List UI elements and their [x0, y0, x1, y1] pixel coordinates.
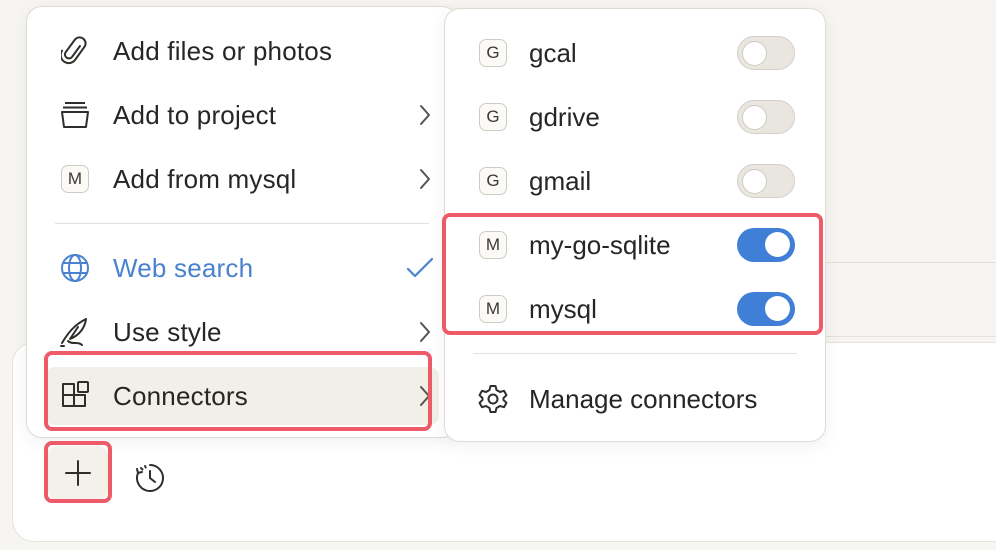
toggle-knob — [765, 296, 790, 321]
toggle-knob — [742, 169, 767, 194]
connector-toggle[interactable] — [737, 100, 795, 134]
toggle-knob — [742, 41, 767, 66]
quill-icon — [57, 314, 93, 350]
connector-label: my-go-sqlite — [529, 229, 671, 260]
g-badge-icon: G — [475, 167, 511, 195]
connector-row-my-go-sqlite[interactable]: M my-go-sqlite — [463, 216, 807, 274]
menu-divider — [473, 353, 797, 354]
menu-item-web-search[interactable]: Web search — [45, 239, 439, 297]
chevron-right-icon — [415, 318, 435, 346]
project-box-icon — [57, 97, 93, 133]
connector-row-gcal[interactable]: G gcal — [463, 24, 807, 82]
chevron-right-icon — [415, 382, 435, 410]
manage-connectors-label: Manage connectors — [529, 383, 758, 414]
connector-row-gmail[interactable]: G gmail — [463, 152, 807, 210]
menu-item-label: Add files or photos — [113, 35, 333, 66]
connector-row-mysql[interactable]: M mysql — [463, 280, 807, 338]
check-icon — [405, 254, 435, 282]
plus-icon — [65, 460, 91, 486]
g-badge-icon: G — [475, 103, 511, 131]
connector-label: mysql — [529, 293, 597, 324]
g-badge-icon: G — [475, 39, 511, 67]
menu-item-add-to-project[interactable]: Add to project — [45, 86, 439, 144]
connector-label: gcal — [529, 37, 577, 68]
menu-item-connectors[interactable]: Connectors — [45, 367, 439, 425]
paperclip-icon — [57, 33, 93, 69]
m-badge-icon: M — [57, 161, 93, 197]
add-attachment-button[interactable] — [48, 446, 108, 500]
m-badge-icon: M — [475, 295, 511, 323]
menu-item-label: Connectors — [113, 380, 248, 411]
m-badge-icon: M — [475, 231, 511, 259]
connector-toggle[interactable] — [737, 36, 795, 70]
toggle-knob — [765, 232, 790, 257]
connectors-submenu: G gcal G gdrive G gmail M my-go-sqlite M… — [444, 8, 826, 442]
menu-item-use-style[interactable]: Use style — [45, 303, 439, 361]
menu-item-add-from-mysql[interactable]: M Add from mysql — [45, 150, 439, 208]
toggle-knob — [742, 105, 767, 130]
menu-divider — [55, 223, 429, 224]
menu-item-add-files[interactable]: Add files or photos — [45, 22, 439, 80]
connector-row-gdrive[interactable]: G gdrive — [463, 88, 807, 146]
gear-icon — [475, 383, 511, 415]
clock-icon — [136, 464, 164, 492]
chevron-right-icon — [415, 165, 435, 193]
manage-connectors-item[interactable]: Manage connectors — [463, 370, 807, 428]
connector-label: gmail — [529, 165, 592, 196]
connector-toggle[interactable] — [737, 164, 795, 198]
connectors-icon — [57, 378, 93, 414]
attachment-menu: Add files or photos Add to project M Add… — [26, 6, 458, 438]
chevron-right-icon — [415, 101, 435, 129]
menu-item-label: Use style — [113, 316, 222, 347]
menu-item-label: Add to project — [113, 99, 277, 130]
connector-toggle[interactable] — [737, 228, 795, 262]
connector-toggle[interactable] — [737, 292, 795, 326]
history-button[interactable] — [128, 456, 172, 500]
connector-label: gdrive — [529, 101, 600, 132]
menu-item-label: Web search — [113, 252, 254, 283]
globe-icon — [57, 250, 93, 286]
menu-item-label: Add from mysql — [113, 163, 297, 194]
